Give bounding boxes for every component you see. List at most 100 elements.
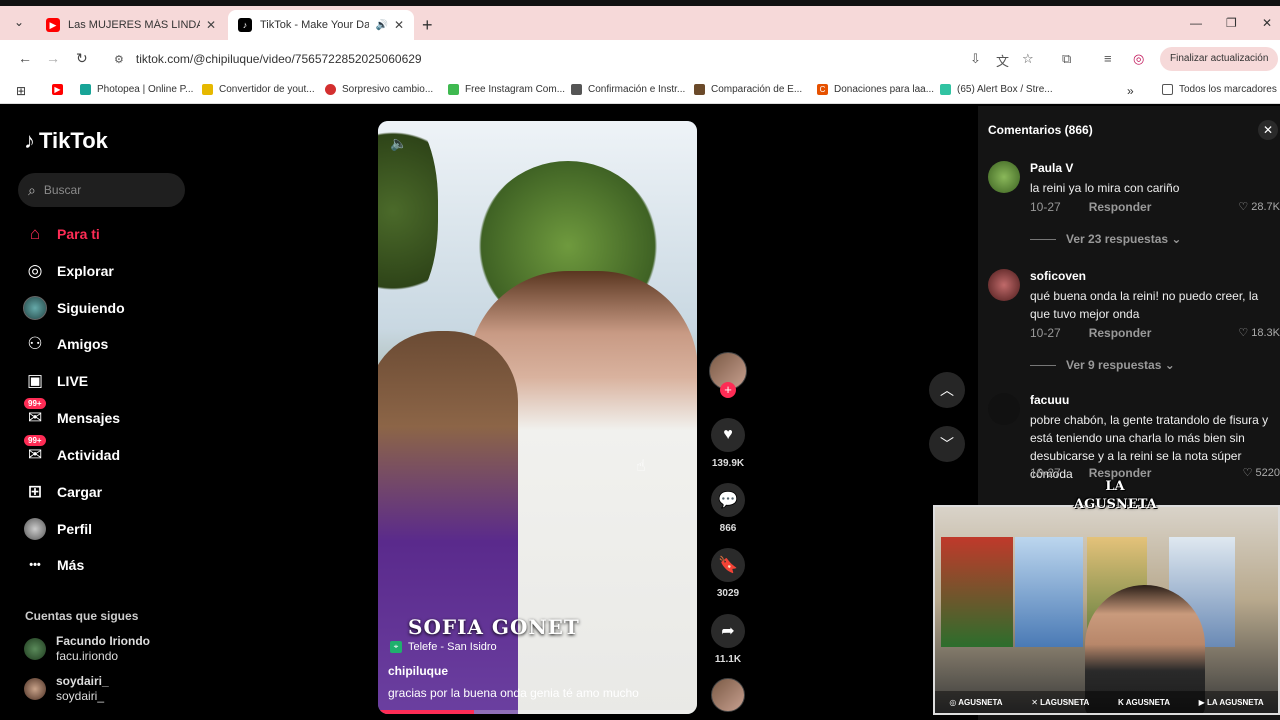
sidebar-item-label: Perfil <box>57 521 93 537</box>
site-info-icon[interactable]: ⚙ <box>114 53 124 66</box>
close-window-icon[interactable]: ✕ <box>1262 16 1272 30</box>
video-location[interactable]: ⌖ Telefe - San Isidro <box>390 641 497 653</box>
bookmark-item[interactable]: ▶ <box>52 84 69 95</box>
sidebar-item-siguiendo[interactable]: Siguiendo <box>22 295 125 321</box>
more-bookmarks-chevron-icon[interactable]: » <box>1127 84 1134 98</box>
video-progress-bar[interactable] <box>378 710 697 714</box>
upload-icon: ⊞ <box>27 482 43 501</box>
creator-avatar[interactable]: + <box>708 352 748 398</box>
sidebar-item-explorar[interactable]: ◎ Explorar <box>22 258 114 284</box>
volume-icon[interactable]: 🔈 <box>390 135 407 152</box>
reply-button[interactable]: Responder <box>1089 326 1152 340</box>
bookmark-icon[interactable]: 🔖 <box>711 548 745 582</box>
sidebar-item-mensajes[interactable]: ✉ 99+ Mensajes <box>22 398 120 431</box>
bookmark-item[interactable]: Comparación de E... <box>694 84 802 95</box>
sidebar-item-live[interactable]: ▣ LIVE <box>22 368 88 394</box>
video-player[interactable]: 🔈 ☝ SOFIA GONET ⌖ Telefe - San Isidro chi… <box>378 121 697 714</box>
tab-search-chevron-icon[interactable]: ⌄ <box>14 15 30 31</box>
view-replies-label: Ver 23 respuestas <box>1066 232 1169 246</box>
tab-tiktok[interactable]: ♪ TikTok - Make Your Day 🔊 ✕ <box>228 10 414 40</box>
bookmark-label: Comparación de E... <box>711 84 803 95</box>
translate-icon[interactable]: 文 <box>996 51 1009 70</box>
save-action[interactable]: 🔖 3029 <box>708 548 748 599</box>
tab-youtube[interactable]: ▶ Las MUJERES MÁS LINDAS de A ✕ <box>36 10 226 40</box>
install-icon[interactable]: ⇩ <box>970 51 981 67</box>
bookmark-item[interactable]: (65) Alert Box / Stre... <box>940 84 1053 95</box>
music-disc[interactable] <box>708 678 748 712</box>
bookmark-item[interactable]: Confirmación e Instr... <box>571 84 685 95</box>
folder-icon <box>202 84 213 95</box>
url-field[interactable]: ⚙ tiktok.com/@chipiluque/video/756572285… <box>102 46 1002 72</box>
avatar[interactable] <box>988 161 1020 193</box>
bookmark-item[interactable]: C Donaciones para laa... <box>817 84 934 95</box>
apps-grid-icon[interactable]: ⊞ <box>16 84 26 98</box>
sidebar-item-para-ti[interactable]: ⌂ Para ti <box>22 221 100 247</box>
social-handle: LA AGUSNETA <box>1207 697 1264 707</box>
comment-like[interactable]: ♡ 18.3K <box>1238 326 1280 339</box>
back-icon[interactable]: ← <box>18 50 32 66</box>
account-handle: facu.iriondo <box>56 649 119 663</box>
extensions-icon[interactable]: ⧉ <box>1062 51 1071 67</box>
location-pin-icon: ⌖ <box>390 641 402 653</box>
bookmark-item[interactable]: Free Instagram Com... <box>448 84 565 95</box>
comments-title: Comentarios (866) <box>988 123 1093 137</box>
bookmark-item[interactable]: Sorpresivo cambio... <box>325 84 433 95</box>
video-author[interactable]: chipiluque <box>388 664 448 678</box>
following-account[interactable]: Facundo Iriondo facu.iriondo <box>24 634 150 664</box>
music-disc-icon <box>711 678 745 712</box>
new-tab-button[interactable]: + <box>422 15 433 36</box>
share-icon[interactable]: ➦ <box>711 614 745 648</box>
speaker-icon[interactable]: 🔊 <box>375 20 387 31</box>
profile-icon[interactable]: ◎ <box>1133 51 1144 67</box>
bookmark-label: Todos los marcadores <box>1179 84 1277 95</box>
comment-user[interactable]: soficoven <box>1030 269 1086 283</box>
media-controls-icon[interactable]: ≡ <box>1104 51 1112 66</box>
activity-badge: 99+ <box>24 435 46 446</box>
bookmark-label: Sorpresivo cambio... <box>342 84 434 95</box>
view-replies-button[interactable]: Ver 9 respuestas ⌄ <box>1030 358 1175 372</box>
comment-action[interactable]: 💬 866 <box>708 483 748 534</box>
restore-icon[interactable]: ❐ <box>1226 16 1237 30</box>
bookmark-item[interactable]: Convertidor de yout... <box>202 84 315 95</box>
bookmarks-bar: ⊞ ▶ Photopea | Online P... Convertidor d… <box>0 78 1280 104</box>
close-comments-button[interactable]: ✕ <box>1258 120 1278 140</box>
bookmark-label: (65) Alert Box / Stre... <box>957 84 1053 95</box>
minimize-icon[interactable]: — <box>1190 16 1202 30</box>
update-button[interactable]: Finalizar actualización <box>1160 47 1279 71</box>
link-icon <box>571 84 582 95</box>
search-input[interactable]: ⌕ Buscar <box>18 173 185 207</box>
forward-icon[interactable]: → <box>46 50 60 66</box>
close-tab-icon[interactable]: ✕ <box>394 18 404 32</box>
wall-poster <box>1015 537 1083 647</box>
close-tab-icon[interactable]: ✕ <box>206 18 216 32</box>
sidebar-item-cargar[interactable]: ⊞ Cargar <box>22 479 102 505</box>
comment-like[interactable]: ♡ 5220 <box>1243 466 1280 479</box>
comment-user[interactable]: Paula V <box>1030 161 1073 175</box>
previous-video-button[interactable]: ︿ <box>929 372 965 408</box>
avatar[interactable] <box>988 393 1020 425</box>
comment-like[interactable]: ♡ 28.7K <box>1238 200 1280 213</box>
all-bookmarks-folder[interactable]: Todos los marcadores <box>1162 84 1277 95</box>
comment-user[interactable]: facuuu <box>1030 393 1069 407</box>
sidebar-item-amigos[interactable]: ⚇ Amigos <box>22 331 108 357</box>
next-video-button[interactable]: ﹀ <box>929 426 965 462</box>
follow-plus-icon[interactable]: + <box>720 382 736 398</box>
like-action[interactable]: ♥ 139.9K <box>708 418 748 469</box>
avatar[interactable] <box>988 269 1020 301</box>
view-replies-button[interactable]: Ver 23 respuestas ⌄ <box>1030 232 1181 246</box>
following-account[interactable]: soydairi_ soydairi_ <box>24 674 109 704</box>
bookmark-star-icon[interactable]: ☆ <box>1022 51 1034 67</box>
sidebar-item-perfil[interactable]: Perfil <box>22 516 92 542</box>
tiktok-logo[interactable]: ♪ TikTok <box>24 128 108 154</box>
sidebar-item-label: Más <box>57 557 85 573</box>
reload-icon[interactable]: ↻ <box>76 50 88 67</box>
reply-button[interactable]: Responder <box>1089 200 1152 214</box>
streamer-socials: ◎ AGUSNETA ✕ LAGUSNETA K AGUSNETA ▶ LA A… <box>935 691 1278 713</box>
heart-icon[interactable]: ♥ <box>711 418 745 452</box>
tab-title: TikTok - Make Your Day <box>260 19 370 31</box>
sidebar-item-actividad[interactable]: ✉ 99+ Actividad <box>22 435 120 468</box>
bookmark-item[interactable]: Photopea | Online P... <box>80 84 193 95</box>
share-action[interactable]: ➦ 11.1K <box>708 614 748 665</box>
sidebar-item-mas[interactable]: ••• Más <box>22 552 84 578</box>
comment-icon[interactable]: 💬 <box>711 483 745 517</box>
